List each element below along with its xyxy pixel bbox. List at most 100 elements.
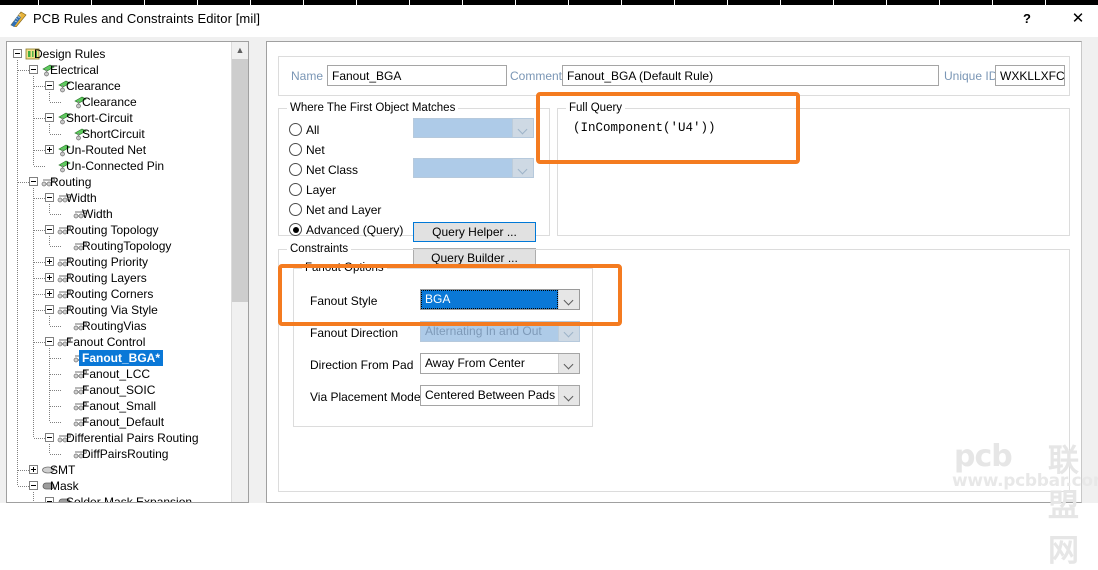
- tree-scrollbar[interactable]: ▲: [231, 42, 248, 502]
- collapse-icon[interactable]: [45, 193, 54, 202]
- fanout-options-title: Fanout Options: [302, 262, 387, 274]
- direction-from-pad-combo[interactable]: Away From Center: [420, 353, 580, 374]
- tree-item-label: Routing Via Style: [66, 303, 158, 317]
- radio-net-class[interactable]: Net Class: [289, 163, 358, 177]
- chevron-down-icon[interactable]: [558, 386, 579, 405]
- design-rules-tree[interactable]: Design Rules Electrical Clearance Clearance…: [7, 42, 233, 502]
- chevron-down-icon[interactable]: [558, 322, 579, 341]
- tree-connector: [50, 326, 61, 327]
- tree-item-label: Un-Connected Pin: [66, 159, 165, 173]
- collapse-icon[interactable]: [45, 433, 54, 442]
- tree-connector: [18, 182, 29, 183]
- collapse-icon[interactable]: [29, 481, 38, 490]
- collapse-icon[interactable]: [45, 225, 54, 234]
- tree-connector: [34, 86, 45, 87]
- tree-connector: [34, 262, 45, 263]
- tree-item-label: Short-Circuit: [66, 111, 133, 125]
- tree-connector: [34, 278, 45, 279]
- tree-connector: [50, 374, 61, 375]
- net-combo-value: [414, 119, 512, 137]
- tree-item-label: Routing: [50, 175, 92, 189]
- chevron-down-icon[interactable]: [558, 290, 579, 309]
- tree-connector: [49, 124, 50, 134]
- where-group-title: Where The First Object Matches: [287, 102, 459, 114]
- radio-all[interactable]: All: [289, 123, 319, 137]
- full-query-text: (InComponent('U4')): [573, 121, 716, 135]
- unique-id-label: Unique ID: [944, 69, 998, 83]
- rule-name-input[interactable]: Fanout_BGA: [327, 65, 507, 86]
- radio-net-and-layer[interactable]: Net and Layer: [289, 203, 381, 217]
- net-class-combo-value: [414, 159, 512, 177]
- ruler-icon: [10, 11, 27, 27]
- tree-connector: [50, 134, 61, 135]
- rule-header-group: Name Fanout_BGA Comment Fanout_BGA (Defa…: [278, 56, 1070, 96]
- tree-connector: [50, 102, 61, 103]
- expand-icon[interactable]: [29, 465, 38, 474]
- scrollbar-thumb[interactable]: [232, 59, 248, 302]
- tree-item-label: Routing Priority: [66, 255, 149, 269]
- collapse-icon[interactable]: [45, 337, 54, 346]
- query-helper-button[interactable]: Query Helper ...: [413, 222, 536, 242]
- chevron-down-icon[interactable]: [512, 119, 533, 137]
- tree-item-label: Clearance: [66, 79, 121, 93]
- tree-item-label: Fanout_Small: [82, 399, 157, 413]
- tree-connector: [33, 188, 34, 438]
- chevron-down-icon[interactable]: [558, 354, 579, 373]
- collapse-icon[interactable]: [13, 49, 22, 58]
- collapse-icon[interactable]: [45, 81, 54, 90]
- tree-item-label: Width: [82, 207, 113, 221]
- radio-layer[interactable]: Layer: [289, 183, 336, 197]
- tree-connector: [50, 358, 61, 359]
- tree-connector: [33, 492, 34, 502]
- close-button[interactable]: ✕: [1058, 8, 1098, 30]
- tree-connector: [34, 118, 45, 119]
- tree-item-label: RoutingTopology: [82, 239, 172, 253]
- tree-connector: [50, 422, 61, 423]
- tree-connector: [49, 204, 50, 214]
- direction-from-pad-value: Away From Center: [425, 356, 525, 370]
- tree-item-label: Un-Routed Net: [66, 143, 147, 157]
- watermark-url: www.pcbbar.com: [952, 471, 1098, 491]
- tree-item-label: Design Rules: [34, 47, 106, 61]
- tree-connector: [34, 230, 45, 231]
- collapse-icon[interactable]: [29, 65, 38, 74]
- collapse-icon[interactable]: [45, 305, 54, 314]
- tree-item-label: Fanout_SOIC: [82, 383, 156, 397]
- chevron-down-icon[interactable]: [512, 159, 533, 177]
- collapse-icon[interactable]: [45, 113, 54, 122]
- radio-advanced-query[interactable]: Advanced (Query): [289, 223, 403, 237]
- tree-connector: [50, 406, 61, 407]
- expand-icon[interactable]: [45, 273, 54, 282]
- help-button[interactable]: ?: [1007, 8, 1047, 30]
- radio-net[interactable]: Net: [289, 143, 325, 157]
- net-combo[interactable]: [413, 118, 534, 138]
- unique-id-input[interactable]: WXKLLXFC: [995, 65, 1065, 86]
- tree-connector: [18, 70, 29, 71]
- fanout-direction-combo[interactable]: Alternating In and Out: [420, 321, 580, 342]
- full-query-title: Full Query: [566, 102, 626, 114]
- tree-connector: [34, 310, 45, 311]
- tree-connector: [34, 294, 45, 295]
- title-bar-top-strip: [0, 0, 1098, 5]
- expand-icon[interactable]: [45, 257, 54, 266]
- expand-icon[interactable]: [45, 145, 54, 154]
- collapse-icon[interactable]: [29, 177, 38, 186]
- rule-comment-input[interactable]: Fanout_BGA (Default Rule): [562, 65, 939, 86]
- tree-item-label: Routing Topology: [66, 223, 159, 237]
- tree-connector: [49, 348, 50, 422]
- design-rules-tree-pane: Design Rules Electrical Clearance Clearance…: [6, 41, 249, 503]
- net-class-combo[interactable]: [413, 158, 534, 178]
- tree-item-label: RoutingVias: [82, 319, 147, 333]
- fanout-style-combo[interactable]: BGA: [420, 289, 580, 310]
- scroll-up-icon[interactable]: ▲: [232, 42, 248, 59]
- expand-icon[interactable]: [45, 289, 54, 298]
- tree-item-label: Fanout Control: [66, 335, 146, 349]
- tree-connector: [50, 454, 61, 455]
- via-placement-mode-combo[interactable]: Centered Between Pads: [420, 385, 580, 406]
- collapse-icon[interactable]: [45, 497, 54, 502]
- direction-from-pad-label: Direction From Pad: [310, 358, 414, 372]
- tree-connector: [49, 236, 50, 246]
- tree-item-label: Width: [66, 191, 97, 205]
- fanout-direction-value: Alternating In and Out: [425, 324, 542, 338]
- name-label: Name: [291, 69, 324, 83]
